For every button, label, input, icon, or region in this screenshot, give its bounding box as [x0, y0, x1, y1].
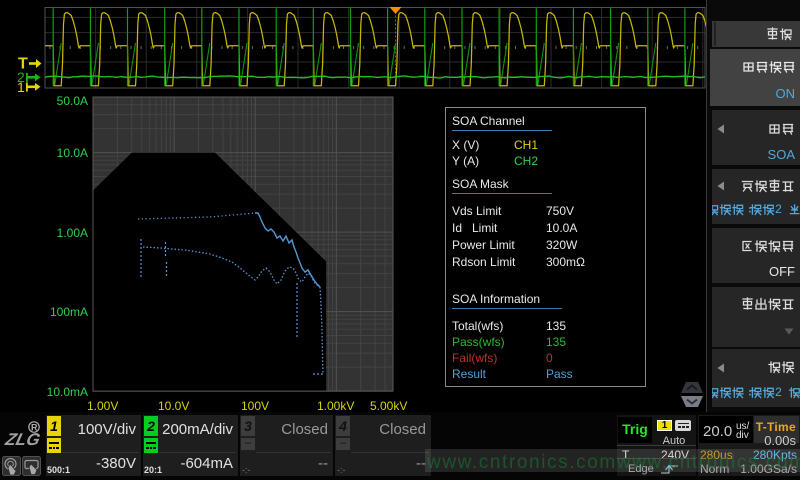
- svg-text:2: 2: [775, 203, 782, 216]
- svg-text:2: 2: [775, 386, 782, 399]
- svg-text:R: R: [31, 423, 38, 433]
